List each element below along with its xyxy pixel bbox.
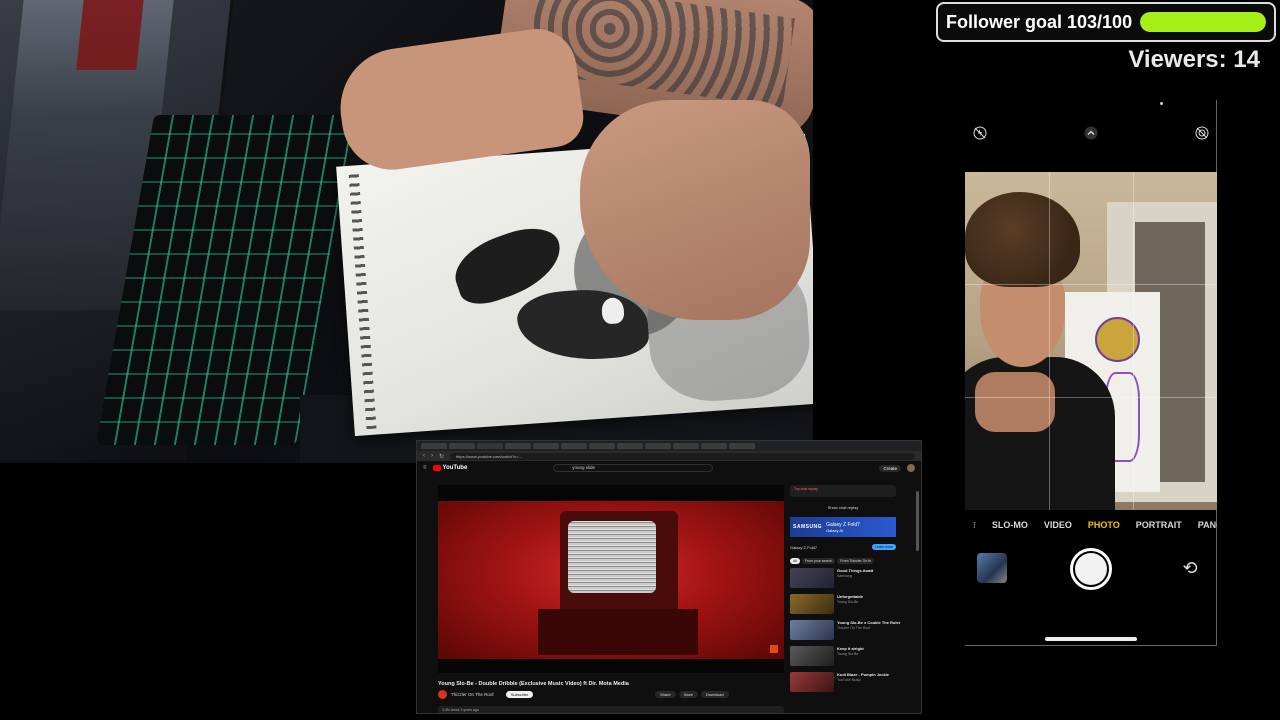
ad-banner[interactable]: SAMSUNG Galaxy Z Fold7 Galaxy AI xyxy=(790,517,896,537)
flash-off-icon[interactable] xyxy=(971,124,989,142)
viewer-count: Viewers: 14 xyxy=(1128,46,1260,73)
recommendation-title: Keep it alright xyxy=(837,646,864,651)
address-bar[interactable]: https://www.youtube.com/watch?v=... xyxy=(450,452,915,460)
chip-from-search[interactable]: From your search xyxy=(801,558,836,564)
mode-photo[interactable]: PHOTO xyxy=(1088,520,1120,536)
recommendation-title: Good Things Await xyxy=(837,568,874,573)
tv-set xyxy=(560,511,678,623)
back-icon[interactable]: ‹ xyxy=(423,453,425,459)
recommendation-thumbnail xyxy=(790,672,834,692)
shutter-button[interactable] xyxy=(1070,548,1112,590)
recommendation-thumbnail xyxy=(790,620,834,640)
recommendation-item[interactable]: Kodi Blaze - Pumpin Jeckle YouTube Music xyxy=(790,672,896,694)
avatar[interactable] xyxy=(907,464,915,472)
search-input[interactable]: young slide xyxy=(553,464,714,472)
create-button[interactable]: Create xyxy=(879,464,901,472)
recommendation-item[interactable]: Unforgettable Young Slo-Be xyxy=(790,594,896,616)
ad-brand: SAMSUNG xyxy=(793,524,823,530)
chevron-up-icon[interactable] xyxy=(1082,124,1100,142)
recommendation-thumbnail xyxy=(790,594,834,614)
subscribe-button[interactable]: Subscribe xyxy=(505,691,534,698)
video-title: Young Slo-Be - Double Dribble (Exclusive… xyxy=(438,681,629,687)
channel-name[interactable]: Thizzler On The Roof xyxy=(451,692,494,697)
live-chat-header[interactable]: Top chat replay xyxy=(790,485,896,497)
ad-learn-more-button[interactable]: Learn more xyxy=(872,544,896,550)
recommendation-title: Unforgettable xyxy=(837,594,863,599)
recommendation-item[interactable]: Good Things Await Samsung xyxy=(790,568,896,590)
browser-tab-strip[interactable] xyxy=(417,441,921,451)
youtube-play-icon xyxy=(432,465,441,471)
follower-goal-fill xyxy=(1140,12,1266,32)
mode-portrait[interactable]: PORTRAIT xyxy=(1136,520,1182,536)
sidebar-scrollbar[interactable] xyxy=(916,491,919,551)
chip-from-channel[interactable]: From Thizzler On th xyxy=(837,558,875,564)
mode-video[interactable]: VIDEO xyxy=(1044,520,1072,536)
recommendation-channel: Thizzler On The Roof xyxy=(837,626,871,630)
save-button[interactable]: Save xyxy=(678,691,698,698)
recommendation-item[interactable]: Keep it alright Young Slo-Be xyxy=(790,646,896,668)
menu-icon[interactable]: ≡ xyxy=(423,465,427,471)
youtube-sidebar: Top chat replay Show chat replay SAMSUNG… xyxy=(790,485,900,713)
ad-subtitle: Galaxy AI xyxy=(826,527,844,533)
phone-camera-app: ⁝ SLO-MO VIDEO PHOTO PORTRAIT PANO ⟲ xyxy=(965,100,1217,646)
download-button[interactable]: Download xyxy=(700,691,729,698)
mode-slo-mo[interactable]: SLO-MO xyxy=(992,520,1028,536)
drawing-camera-feed xyxy=(0,0,813,463)
recommendation-title: Kodi Blaze - Pumpin Jeckle xyxy=(837,672,890,677)
camera-mode-selector[interactable]: ⁝ SLO-MO VIDEO PHOTO PORTRAIT PANO xyxy=(965,520,1217,536)
channel-watermark-icon xyxy=(770,645,778,653)
follower-goal-label: Follower goal 103/100 xyxy=(946,11,1133,32)
filter-chips: All From your search From Thizzler On th xyxy=(790,558,896,564)
camera-viewfinder[interactable] xyxy=(965,172,1217,510)
reload-icon[interactable]: ↻ xyxy=(439,453,444,460)
recommendation-item[interactable]: Young Slo-Be x Cookie The Ruler Thizzler… xyxy=(790,620,900,642)
video-player[interactable] xyxy=(438,485,784,673)
follower-goal-widget: Follower goal 103/100 xyxy=(936,2,1276,42)
chip-all[interactable]: All xyxy=(790,558,800,564)
ad-name: Galaxy Z Fold7 xyxy=(790,544,818,550)
recommendation-channel: Samsung xyxy=(837,574,852,578)
recommendation-thumbnail xyxy=(790,568,834,588)
show-chat-replay-button[interactable]: Show chat replay xyxy=(790,503,896,513)
channel-avatar[interactable] xyxy=(438,690,447,699)
browser-window: ‹ › ↻ https://www.youtube.com/watch?v=..… xyxy=(416,440,922,714)
video-description[interactable]: 3.4M views 3 years ago xyxy=(438,706,784,713)
mode-pano[interactable]: PANO xyxy=(1198,520,1217,536)
home-indicator[interactable] xyxy=(1045,637,1137,641)
gallery-thumbnail[interactable] xyxy=(977,553,1007,583)
forward-icon[interactable]: › xyxy=(431,453,433,459)
recommendation-channel: YouTube Music xyxy=(837,678,861,682)
recommendation-thumbnail xyxy=(790,646,834,666)
camera-flip-icon[interactable]: ⟲ xyxy=(1177,555,1203,581)
share-button[interactable]: Share xyxy=(655,691,676,698)
recommendation-title: Young Slo-Be x Cookie The Ruler xyxy=(837,620,901,625)
recommendation-channel: Young Slo-Be xyxy=(837,600,859,604)
ad-text: Galaxy Z Fold7 xyxy=(826,521,860,528)
live-off-icon[interactable] xyxy=(1193,124,1211,142)
recommendation-channel: Young Slo-Be xyxy=(837,652,859,656)
follower-goal-bar xyxy=(1140,12,1266,32)
youtube-logo[interactable]: YouTube xyxy=(432,465,467,471)
